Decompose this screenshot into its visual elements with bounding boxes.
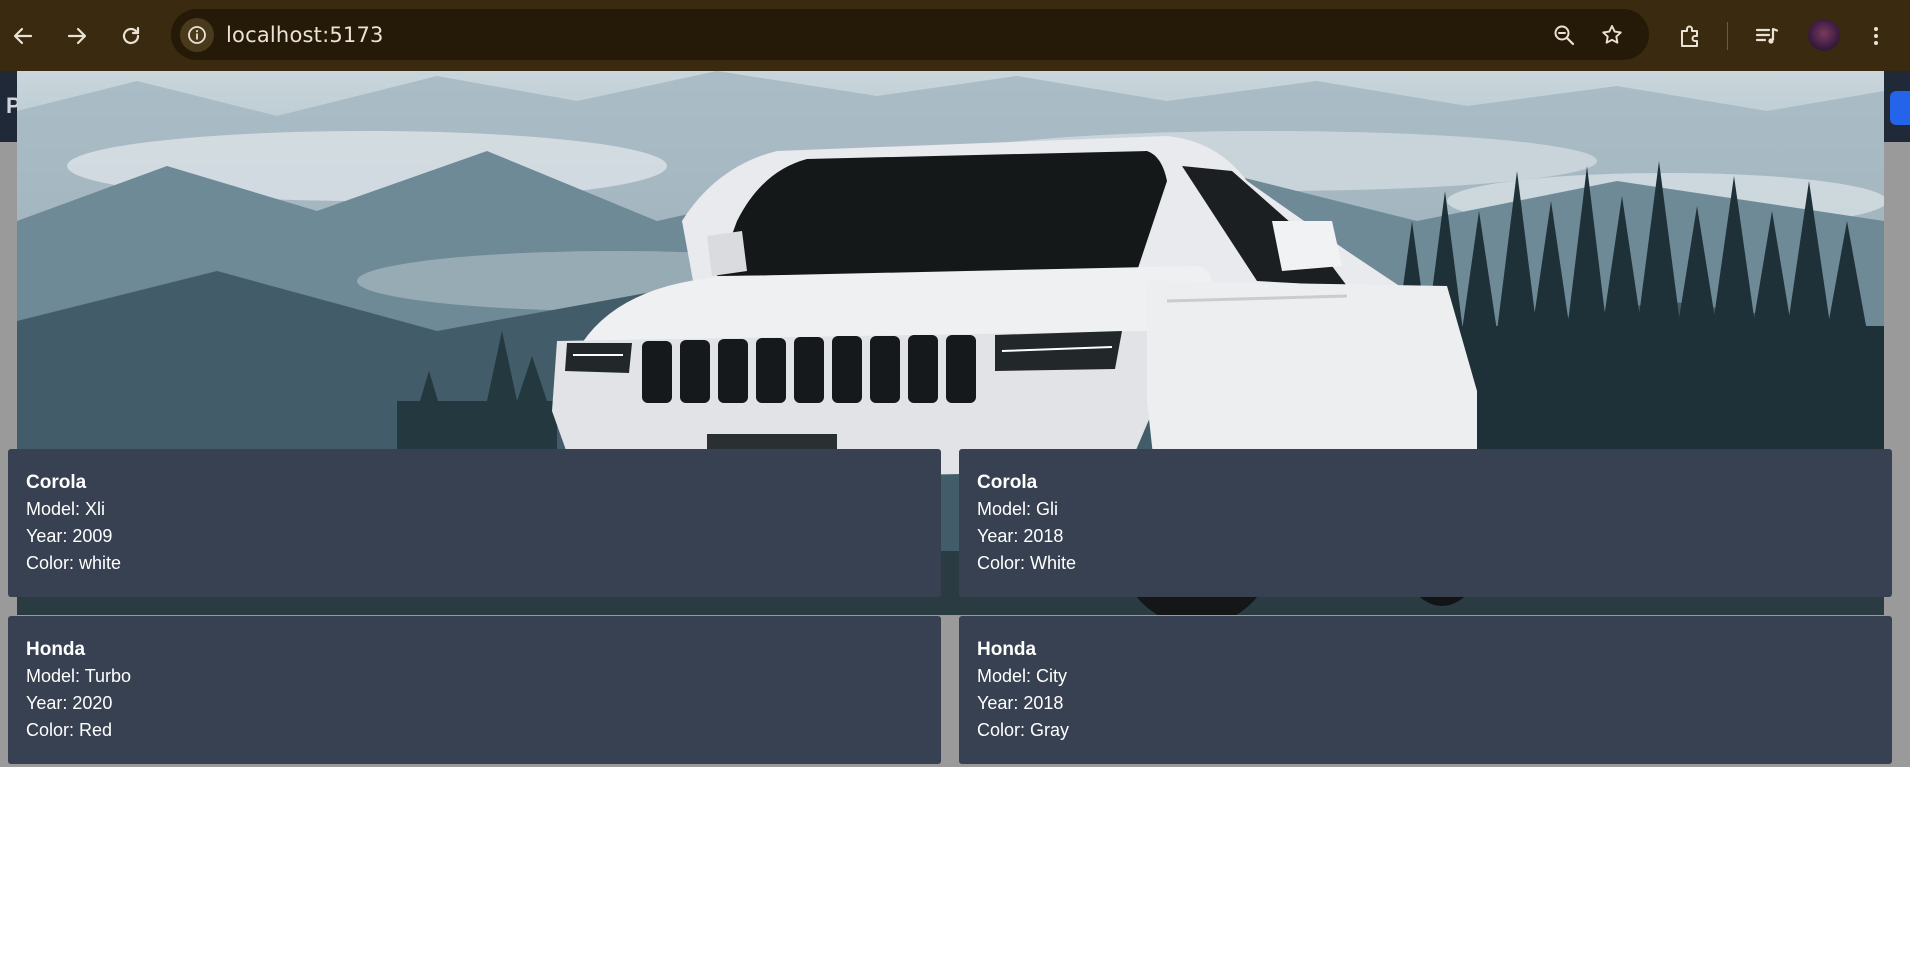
back-button[interactable] [5,18,41,54]
reload-icon [122,26,140,45]
car-year: Year: 2018 [977,526,1064,546]
media-control-icon [1755,27,1779,44]
car-card[interactable]: Corola Model: Gli Year: 2018 Color: Whit… [959,449,1892,597]
car-year: Year: 2020 [26,693,113,713]
reload-button[interactable] [113,18,149,54]
profile-avatar[interactable] [1808,19,1840,51]
car-color: Color: Red [26,720,113,740]
forward-button[interactable] [59,18,95,54]
extensions-icon [1681,25,1698,47]
bookmark-button[interactable] [1598,21,1626,49]
site-info-button[interactable] [180,18,214,52]
car-model: Model: Gli [977,499,1059,519]
zoom-out-icon [1554,25,1575,46]
browser-toolbar: localhost:5173 [0,0,1910,71]
url-text[interactable]: localhost:5173 [226,23,384,47]
page-viewport: P Corola Model: Xli Year: 2009 Color: wh… [0,71,1910,959]
car-color: Color: white [26,553,122,573]
bookmark-star-icon [1602,25,1622,44]
navbar-action-button[interactable] [1890,91,1910,125]
more-menu-button[interactable] [1858,18,1894,54]
more-menu-icon [1874,27,1878,45]
forward-icon [67,27,87,45]
car-card[interactable]: Corola Model: Xli Year: 2009 Color: whit… [8,449,941,597]
car-year: Year: 2009 [26,526,113,546]
back-icon [13,27,33,45]
toolbar-divider [1727,22,1728,50]
car-model: Model: City [977,666,1068,686]
zoom-button[interactable] [1550,21,1578,49]
site-info-icon [188,26,206,44]
car-card[interactable]: Honda Model: Turbo Year: 2020 Color: Red [8,616,941,764]
car-model: Model: Xli [26,499,106,519]
car-color: Color: Gray [977,720,1070,740]
car-make: Honda [977,639,1037,660]
car-model: Model: Turbo [26,666,132,686]
media-control-button[interactable] [1749,18,1785,54]
car-make: Corola [977,472,1038,493]
car-make: Corola [26,472,87,493]
extensions-button[interactable] [1672,18,1708,54]
car-card[interactable]: Honda Model: City Year: 2018 Color: Gray [959,616,1892,764]
car-color: Color: White [977,553,1077,573]
car-make: Honda [26,639,86,660]
address-bar[interactable]: localhost:5173 [171,9,1649,60]
car-year: Year: 2018 [977,693,1064,713]
